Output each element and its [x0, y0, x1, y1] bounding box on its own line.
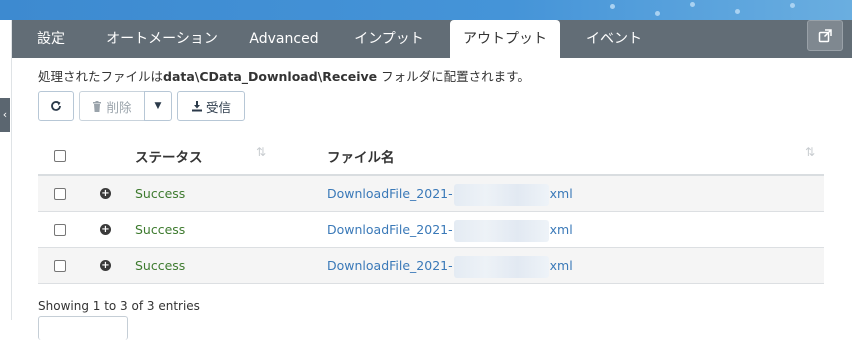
- row-filename-link[interactable]: DownloadFile_2021- xml: [327, 176, 573, 212]
- caret-down-icon: ▼: [154, 101, 162, 111]
- table-header-row: ステータス ⇅ ファイル名 ⇅: [38, 140, 824, 176]
- note-prefix: 処理されたファイルは: [38, 69, 164, 84]
- output-folder-note: 処理されたファイルはdata\CData_Download\Receive フォ…: [38, 66, 530, 85]
- expand-row-icon[interactable]: +: [100, 260, 111, 271]
- receive-button[interactable]: 受信: [177, 91, 245, 121]
- top-banner: [0, 0, 852, 20]
- redacted-text: [453, 219, 549, 242]
- table-row: + Success DownloadFile_2021- xml: [38, 248, 824, 284]
- column-header-status[interactable]: ステータス: [135, 140, 203, 176]
- row-checkbox[interactable]: [54, 224, 66, 236]
- table-info: Showing 1 to 3 of 3 entries: [38, 299, 200, 313]
- decor-dot: [790, 3, 795, 8]
- note-suffix: フォルダに配置されます。: [377, 69, 530, 84]
- row-checkbox[interactable]: [54, 188, 66, 200]
- expand-row-icon[interactable]: +: [100, 224, 111, 235]
- tab-advanced[interactable]: Advanced: [244, 20, 324, 58]
- tab-automation[interactable]: オートメーション: [98, 20, 226, 58]
- tab-output[interactable]: アウトプット: [450, 20, 560, 58]
- tab-events[interactable]: イベント: [578, 20, 650, 58]
- expand-row-icon[interactable]: +: [100, 188, 111, 199]
- row-status: Success: [135, 222, 186, 237]
- filename-prefix: DownloadFile_2021-: [327, 258, 453, 273]
- redacted-text: [453, 255, 549, 278]
- row-filename-link[interactable]: DownloadFile_2021- xml: [327, 212, 573, 248]
- decor-dot: [690, 2, 695, 7]
- decor-dot: [610, 4, 615, 9]
- tab-bar: 設定 オートメーション Advanced インプット アウトプット イベント: [12, 20, 852, 58]
- filename-suffix: xml: [549, 258, 573, 273]
- row-status: Success: [135, 186, 186, 201]
- column-header-filename[interactable]: ファイル名: [327, 140, 395, 176]
- delete-options-dropdown[interactable]: ▼: [144, 91, 172, 121]
- refresh-button[interactable]: [38, 91, 74, 121]
- delete-label: 削除: [106, 99, 132, 115]
- output-panel: 設定 オートメーション Advanced インプット アウトプット イベント 処…: [11, 20, 852, 340]
- refresh-icon: [51, 101, 61, 111]
- tab-input[interactable]: インプット: [344, 20, 434, 58]
- sort-icon[interactable]: ⇅: [805, 145, 815, 159]
- table-row: + Success DownloadFile_2021- xml: [38, 176, 824, 212]
- download-icon: [191, 101, 202, 112]
- filename-prefix: DownloadFile_2021-: [327, 222, 453, 237]
- filename-suffix: xml: [549, 222, 573, 237]
- select-all-checkbox[interactable]: [54, 150, 66, 162]
- open-external-button[interactable]: [807, 20, 843, 51]
- row-checkbox[interactable]: [54, 260, 66, 272]
- row-filename-link[interactable]: DownloadFile_2021- xml: [327, 248, 573, 284]
- filename-suffix: xml: [549, 186, 573, 201]
- trash-icon: [93, 100, 102, 112]
- sort-icon[interactable]: ⇅: [256, 145, 266, 159]
- redacted-text: [453, 183, 549, 206]
- external-link-icon: [818, 28, 832, 42]
- tab-settings[interactable]: 設定: [26, 20, 76, 58]
- decor-dot: [735, 9, 740, 14]
- chevron-left-icon: ‹: [2, 108, 8, 121]
- note-path: data\CData_Download\Receive: [163, 69, 378, 84]
- receive-label: 受信: [205, 99, 231, 115]
- decor-dot: [655, 11, 660, 16]
- delete-button[interactable]: 削除: [79, 91, 145, 121]
- table-row: + Success DownloadFile_2021- xml: [38, 212, 824, 248]
- row-status: Success: [135, 258, 186, 273]
- filename-prefix: DownloadFile_2021-: [327, 186, 453, 201]
- left-edge: ‹: [0, 20, 11, 320]
- collapse-sidebar-handle[interactable]: ‹: [0, 98, 10, 132]
